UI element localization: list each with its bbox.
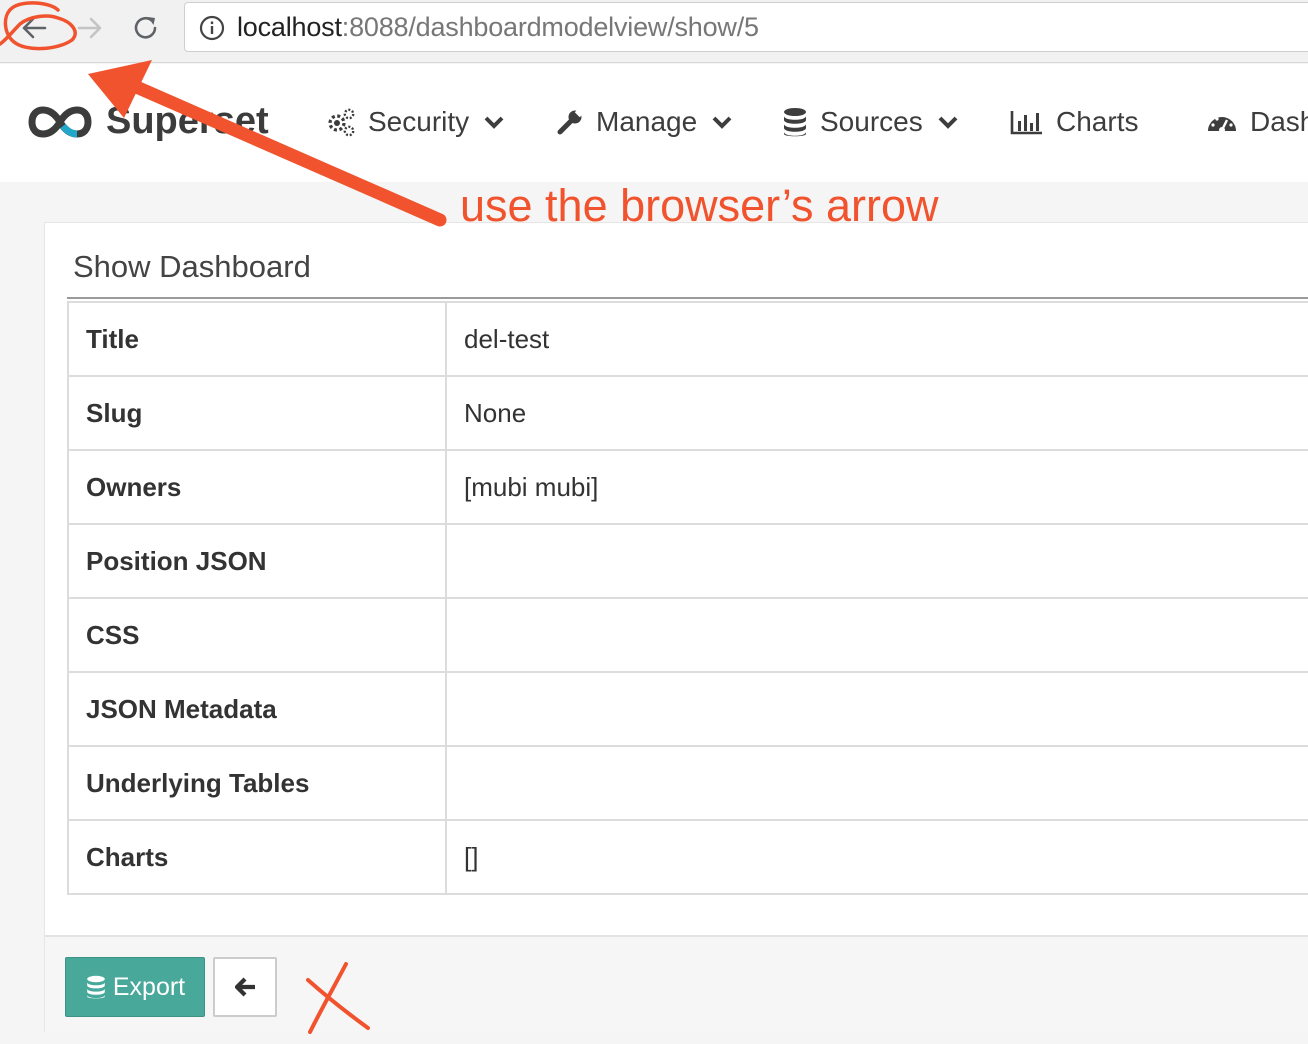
browser-back-button[interactable]	[14, 8, 54, 48]
table-row: Charts []	[67, 819, 1308, 895]
nav-manage-label: Manage	[596, 106, 698, 137]
arrow-right-icon	[77, 17, 102, 39]
row-label: JSON Metadata	[67, 671, 447, 747]
nav-dashboards[interactable]: Dash	[1206, 106, 1308, 138]
back-button[interactable]	[213, 957, 277, 1017]
table-row: Underlying Tables	[67, 745, 1308, 821]
database-icon	[87, 975, 105, 999]
nav-sources-label: Sources	[820, 106, 923, 137]
table-row: JSON Metadata	[67, 671, 1308, 747]
row-value: None	[445, 375, 1308, 451]
row-value	[445, 671, 1308, 747]
app-navbar: Superset Security Manage Sources Charts …	[0, 64, 1308, 182]
browser-reload-button[interactable]	[126, 8, 166, 48]
url-path: :8088/dashboardmodelview/show/5	[341, 12, 759, 42]
arrow-left-icon	[234, 977, 255, 997]
title-divider	[67, 297, 1308, 299]
nav-security[interactable]: Security	[326, 106, 517, 138]
bar-chart-icon	[1010, 111, 1042, 135]
url-text[interactable]: localhost:8088/dashboardmodelview/show/5	[237, 12, 759, 43]
table-row: Owners [mubi mubi]	[67, 449, 1308, 525]
nav-dashboards-label: Dash	[1250, 106, 1308, 137]
chevron-down-icon	[484, 116, 504, 129]
annotation-text: use the browser’s arrow	[460, 180, 939, 231]
reload-icon	[134, 17, 157, 39]
row-label: Slug	[67, 375, 447, 451]
row-value: []	[445, 819, 1308, 895]
nav-sources[interactable]: Sources	[782, 106, 971, 138]
chevron-down-icon	[938, 116, 958, 129]
row-label: Position JSON	[67, 523, 447, 599]
dashboard-icon	[1208, 117, 1236, 133]
row-value: del-test	[445, 301, 1308, 377]
row-label: Title	[67, 301, 447, 377]
row-value	[445, 745, 1308, 821]
row-label: CSS	[67, 597, 447, 673]
row-value: [mubi mubi]	[445, 449, 1308, 525]
nav-security-label: Security	[368, 106, 470, 137]
wrench-icon	[557, 109, 583, 135]
show-dashboard-panel: Show Dashboard Title del-test Slug None …	[44, 222, 1308, 1033]
nav-charts[interactable]: Charts	[1010, 106, 1138, 138]
url-host: localhost	[237, 12, 342, 42]
database-icon	[784, 108, 806, 137]
table-row: Title del-test	[67, 301, 1308, 377]
table-row: Position JSON	[67, 523, 1308, 599]
superset-logo-icon	[28, 105, 92, 138]
gears-icon	[328, 108, 355, 137]
row-label: Underlying Tables	[67, 745, 447, 821]
browser-forward-button[interactable]	[70, 8, 110, 48]
brand-link[interactable]: Superset	[28, 100, 269, 143]
row-label: Charts	[67, 819, 447, 895]
page-title: Show Dashboard	[73, 249, 311, 284]
panel-footer: Export	[45, 935, 1308, 1033]
info-icon[interactable]	[199, 15, 225, 41]
table-row: Slug None	[67, 375, 1308, 451]
export-button[interactable]: Export	[65, 957, 205, 1017]
browser-toolbar: localhost:8088/dashboardmodelview/show/5	[0, 0, 1308, 63]
arrow-left-icon	[22, 17, 47, 39]
nav-manage[interactable]: Manage	[556, 106, 745, 138]
address-bar[interactable]: localhost:8088/dashboardmodelview/show/5	[184, 2, 1308, 52]
chevron-down-icon	[712, 116, 732, 129]
row-value	[445, 597, 1308, 673]
export-button-label: Export	[112, 972, 186, 1001]
brand-name: Superset	[106, 100, 269, 142]
row-label: Owners	[67, 449, 447, 525]
row-value	[445, 523, 1308, 599]
table-row: CSS	[67, 597, 1308, 673]
nav-charts-label: Charts	[1056, 106, 1139, 137]
detail-table: Title del-test Slug None Owners [mubi mu…	[67, 301, 1308, 895]
